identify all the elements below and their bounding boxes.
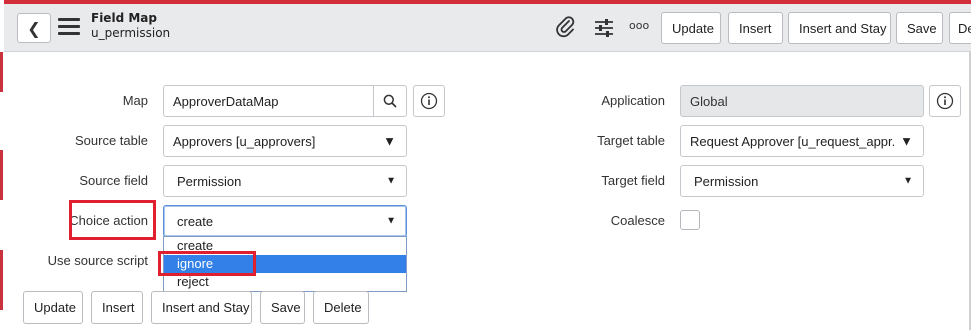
- source-field-value: Permission: [177, 173, 242, 189]
- choice-action-select[interactable]: create ▼: [163, 205, 407, 237]
- source-table-value: Approvers [u_approvers]: [173, 133, 316, 149]
- map-field[interactable]: ApproverDataMap: [163, 85, 407, 117]
- form-subtitle: u_permission: [91, 26, 171, 40]
- caret-down-icon: ▼: [386, 215, 396, 227]
- choice-action-options-list: create ignore reject: [163, 236, 407, 292]
- target-table-label: Target table: [597, 133, 665, 148]
- caret-down-icon: ▼: [383, 133, 396, 149]
- paperclip-icon[interactable]: [556, 16, 576, 42]
- target-field-select[interactable]: Permission ▼: [680, 165, 924, 197]
- map-info-icon[interactable]: [413, 85, 445, 117]
- form-header: ❮ Field Map u_permission ooo Update Inse…: [4, 4, 971, 52]
- search-icon[interactable]: [373, 86, 406, 116]
- target-field-value: Permission: [694, 173, 759, 189]
- header-save-button[interactable]: Save: [896, 12, 943, 44]
- target-table-select[interactable]: Request Approver [u_request_appr... ▼: [680, 125, 924, 157]
- source-field-label: Source field: [79, 173, 148, 188]
- application-value: Global: [690, 93, 728, 109]
- target-field-label: Target field: [601, 173, 665, 188]
- back-button[interactable]: ❮: [17, 13, 51, 43]
- source-field-select[interactable]: Permission ▼: [163, 165, 407, 197]
- target-table-value: Request Approver [u_request_appr...: [690, 133, 895, 149]
- header-delete-button[interactable]: De: [949, 12, 971, 44]
- settings-sliders-icon[interactable]: [593, 17, 615, 43]
- choice-action-value: create: [177, 213, 214, 229]
- footer-update-button[interactable]: Update: [23, 291, 83, 324]
- hamburger-menu-icon[interactable]: [58, 18, 80, 38]
- use-source-script-label: Use source script: [47, 253, 148, 268]
- source-table-select[interactable]: Approvers [u_approvers] ▼: [163, 125, 407, 157]
- application-label: Application: [601, 93, 665, 108]
- option-ignore[interactable]: ignore: [164, 255, 406, 273]
- caret-down-icon: ▼: [903, 175, 913, 187]
- footer-save-button[interactable]: Save: [260, 291, 305, 324]
- footer-insert-and-stay-button[interactable]: Insert and Stay: [151, 291, 252, 324]
- application-info-icon[interactable]: [929, 85, 961, 117]
- application-field: Global: [680, 85, 924, 117]
- header-update-button[interactable]: Update: [661, 12, 721, 44]
- footer-delete-button[interactable]: Delete: [313, 291, 369, 324]
- choice-action-label: Choice action: [69, 213, 148, 228]
- source-table-label: Source table: [75, 133, 148, 148]
- coalesce-checkbox[interactable]: [680, 210, 700, 230]
- form-title: Field Map: [91, 11, 157, 25]
- caret-down-icon: ▼: [386, 175, 396, 187]
- map-label: Map: [122, 93, 148, 108]
- caret-down-icon: ▼: [900, 133, 913, 149]
- map-value: ApproverDataMap: [173, 93, 279, 109]
- header-insert-and-stay-button[interactable]: Insert and Stay: [788, 12, 891, 44]
- option-reject[interactable]: reject: [164, 273, 406, 291]
- chevron-left-icon: ❮: [27, 18, 41, 38]
- footer-insert-button[interactable]: Insert: [91, 291, 143, 324]
- option-create[interactable]: create: [164, 237, 406, 255]
- form-title-block: Field Map u_permission: [91, 11, 170, 41]
- header-insert-button[interactable]: Insert: [728, 12, 783, 44]
- coalesce-label: Coalesce: [610, 213, 665, 228]
- more-options-icon[interactable]: ooo: [629, 19, 649, 32]
